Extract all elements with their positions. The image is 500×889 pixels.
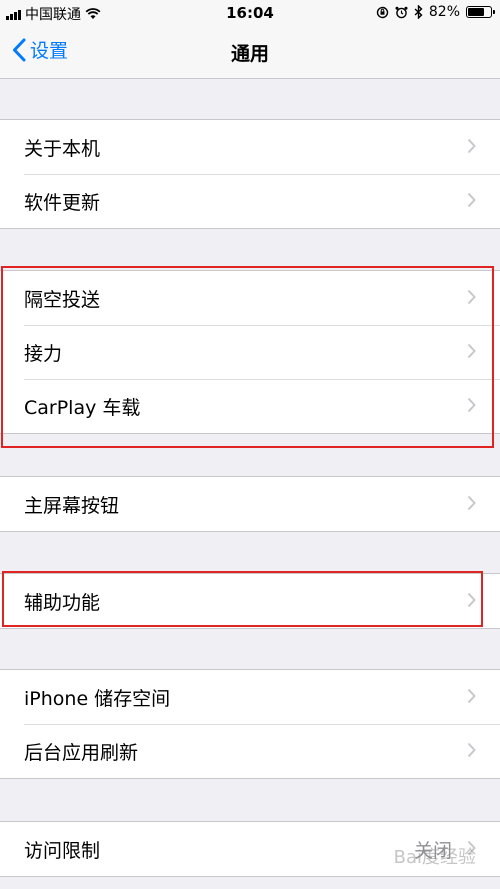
chevron-right-icon (467, 592, 476, 608)
chevron-right-icon (467, 688, 476, 704)
chevron-right-icon (467, 343, 476, 359)
row-label: iPhone 储存空间 (24, 687, 171, 710)
row-about[interactable]: 关于本机 (0, 120, 500, 174)
rotation-lock-icon (376, 6, 389, 18)
chevron-right-icon (467, 495, 476, 511)
alarm-icon (395, 6, 408, 18)
battery-icon (466, 6, 495, 18)
row-label: 关于本机 (24, 137, 101, 160)
chevron-right-icon (467, 192, 476, 208)
chevron-right-icon (467, 742, 476, 758)
status-bar: 中国联通 16:04 82% (0, 0, 500, 26)
settings-group-connectivity: 隔空投送 接力 CarPlay 车载 (0, 270, 500, 434)
watermark: Bai度经验 (393, 847, 476, 868)
battery-percent: 82% (428, 4, 460, 20)
row-label: 隔空投送 (24, 288, 101, 311)
row-label: 软件更新 (24, 191, 101, 214)
row-background-refresh[interactable]: 后台应用刷新 (0, 724, 500, 778)
row-label: CarPlay 车载 (24, 396, 141, 419)
settings-group-storage: iPhone 储存空间 后台应用刷新 (0, 669, 500, 779)
row-accessibility[interactable]: 辅助功能 (0, 574, 500, 628)
row-airdrop[interactable]: 隔空投送 (0, 271, 500, 325)
row-carplay[interactable]: CarPlay 车载 (0, 379, 500, 433)
settings-group-about: 关于本机 软件更新 (0, 119, 500, 229)
settings-group-accessibility: 辅助功能 (0, 573, 500, 629)
page-title: 通用 (230, 43, 269, 65)
row-handoff[interactable]: 接力 (0, 325, 500, 379)
chevron-right-icon (467, 397, 476, 413)
navigation-bar: 设置 通用 (0, 26, 500, 79)
chevron-right-icon (467, 289, 476, 305)
bluetooth-icon (414, 5, 423, 19)
row-iphone-storage[interactable]: iPhone 储存空间 (0, 670, 500, 724)
row-label: 接力 (24, 342, 63, 365)
settings-group-home: 主屏幕按钮 (0, 476, 500, 532)
row-label: 后台应用刷新 (24, 741, 139, 764)
chevron-right-icon (467, 138, 476, 154)
row-home-button[interactable]: 主屏幕按钮 (0, 477, 500, 531)
row-label: 辅助功能 (24, 591, 101, 614)
row-software-update[interactable]: 软件更新 (0, 174, 500, 228)
row-label: 访问限制 (24, 839, 101, 862)
row-label: 主屏幕按钮 (24, 494, 120, 517)
